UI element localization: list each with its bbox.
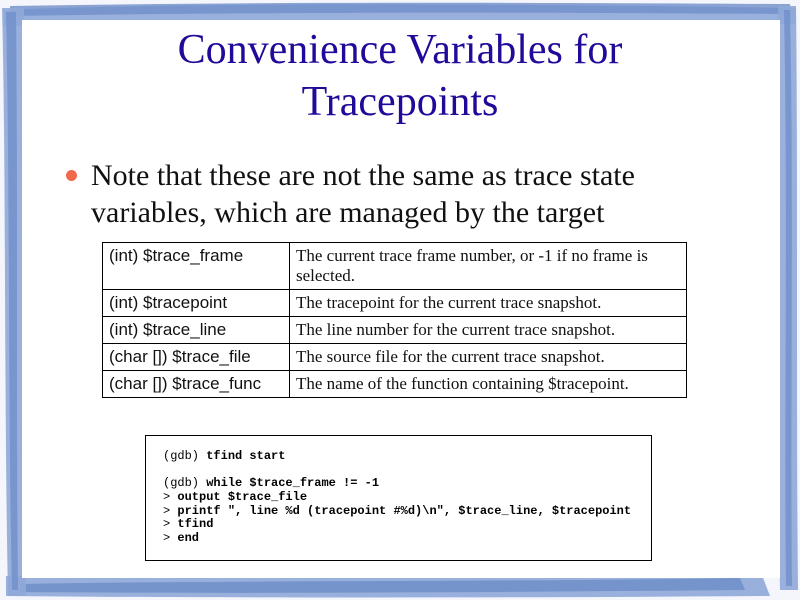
variable-description: The source file for the current trace sn… — [289, 343, 687, 371]
code-line: > output $trace_file — [163, 490, 651, 505]
code-prompt: > — [163, 517, 178, 532]
code-command: printf ", line %d (tracepoint #%d)\n", $… — [177, 503, 632, 518]
table-row: (int) $trace_line The line number for th… — [102, 316, 687, 344]
variable-name: (int) $trace_frame — [102, 242, 290, 290]
bullet-icon — [66, 170, 77, 181]
code-line: > end — [163, 531, 651, 546]
code-command: end — [177, 531, 200, 546]
slide-title: Convenience Variables for Tracepoints — [0, 24, 800, 128]
table-row: (char []) $trace_file The source file fo… — [102, 343, 687, 371]
variable-name: (int) $tracepoint — [102, 289, 290, 317]
code-prompt: > — [163, 531, 178, 546]
gdb-code-example: (gdb) tfind start (gdb) while $trace_fra… — [145, 435, 652, 561]
code-prompt: > — [163, 503, 178, 518]
table-row: (char []) $trace_func The name of the fu… — [102, 370, 687, 398]
variable-name: (char []) $trace_func — [102, 370, 290, 398]
variable-description: The name of the function containing $tra… — [289, 370, 687, 398]
bullet-text: Note that these are not the same as trac… — [91, 159, 635, 229]
variable-description: The tracepoint for the current trace sna… — [289, 289, 687, 317]
code-line: > tfind — [163, 518, 651, 532]
code-command: output $trace_file — [177, 490, 308, 505]
variable-description: The line number for the current trace sn… — [289, 316, 687, 344]
slide-title-line-1: Convenience Variables for — [177, 27, 623, 73]
code-command: tfind — [177, 517, 214, 532]
variable-description: The current trace frame number, or -1 if… — [289, 242, 687, 290]
code-command: tfind start — [206, 449, 286, 463]
code-line: > printf ", line %d (tracepoint #%d)\n",… — [163, 503, 651, 519]
code-prompt: > — [163, 490, 178, 505]
code-line: (gdb) tfind start — [163, 449, 651, 464]
code-prompt: (gdb) — [163, 476, 207, 491]
variable-name: (char []) $trace_file — [102, 343, 290, 371]
variable-name: (int) $trace_line — [102, 316, 290, 344]
table-row: (int) $tracepoint The tracepoint for the… — [102, 289, 687, 317]
code-line: (gdb) while $trace_frame != -1 — [163, 477, 651, 491]
code-command: while $trace_frame != -1 — [206, 476, 380, 491]
table-row: (int) $trace_frame The current trace fra… — [102, 242, 687, 290]
slide-title-line-2: Tracepoints — [301, 79, 499, 125]
code-prompt: (gdb) — [163, 449, 207, 463]
convenience-variables-table: (int) $trace_frame The current trace fra… — [102, 242, 687, 398]
